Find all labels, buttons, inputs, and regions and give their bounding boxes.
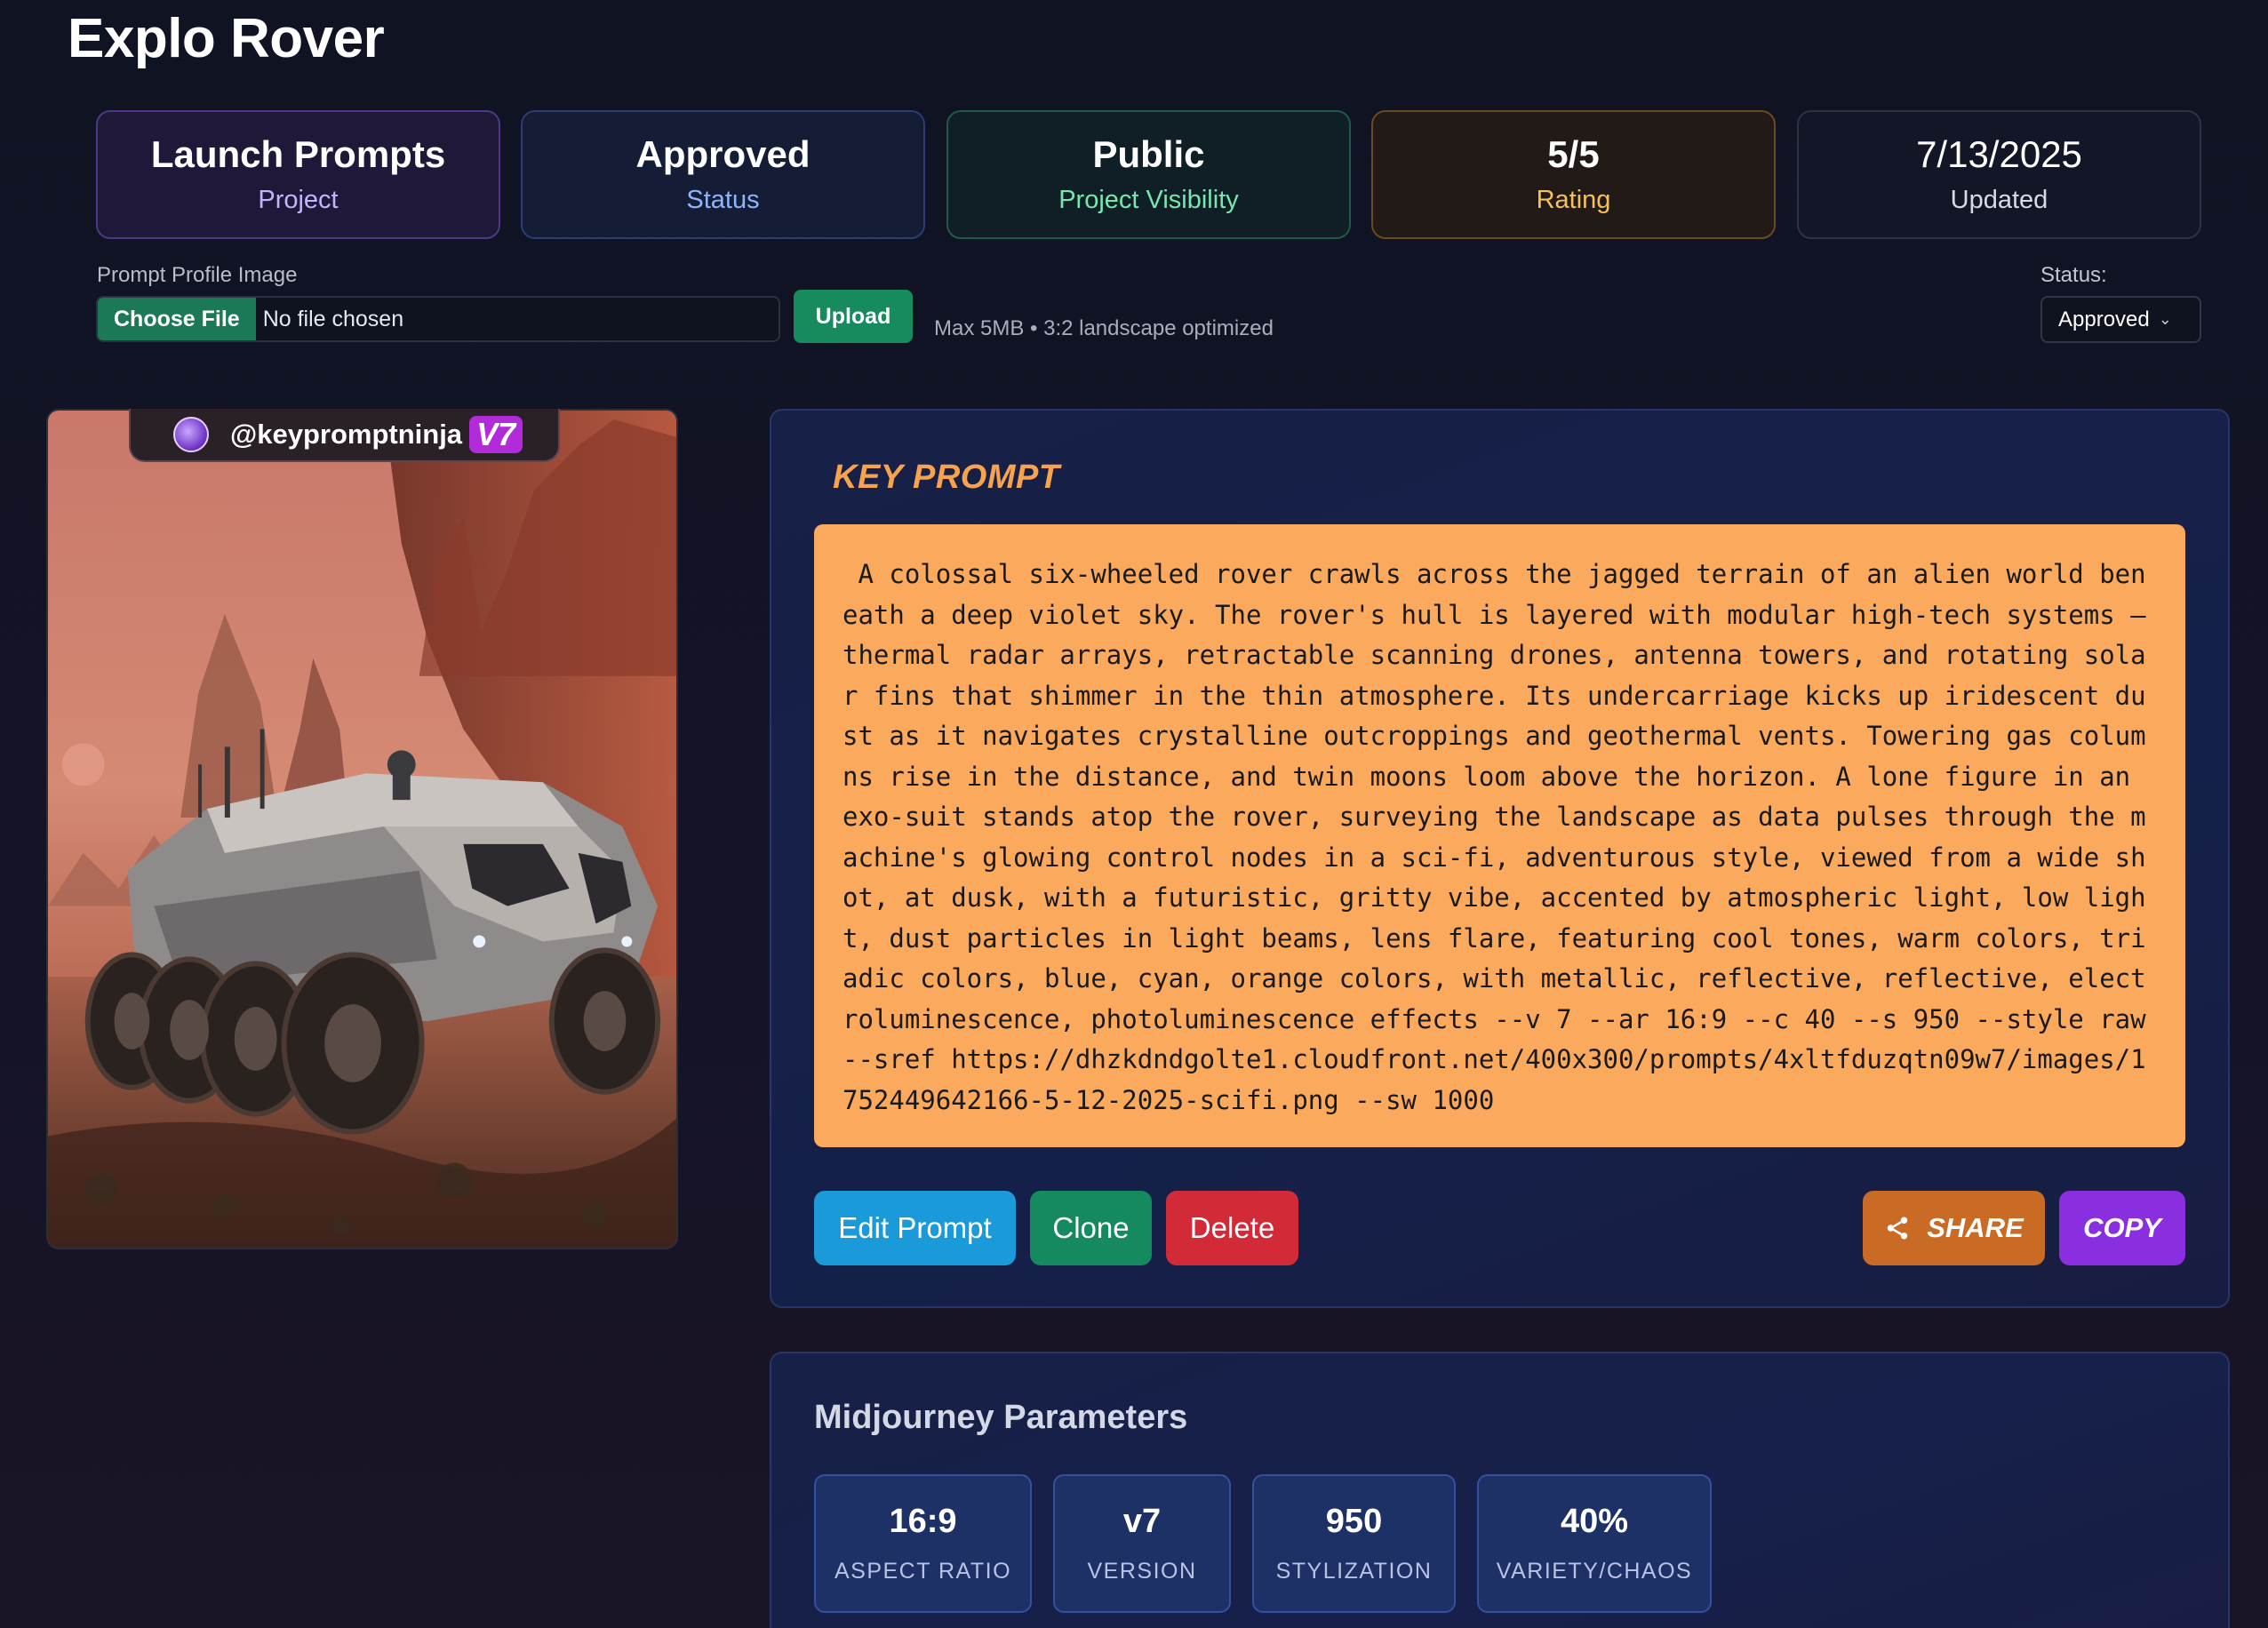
- status-label: Status:: [2040, 263, 2107, 287]
- stat-value: 7/13/2025: [1916, 132, 2082, 175]
- file-status-text: No file chosen: [262, 306, 404, 331]
- stat-value: Public: [1092, 132, 1205, 175]
- param-label: VERSION: [1087, 1559, 1197, 1584]
- stat-card-updated: 7/13/2025 Updated: [1797, 110, 2201, 239]
- stat-card-visibility: Public Project Visibility: [946, 110, 1351, 239]
- share-label: SHARE: [1927, 1212, 2024, 1243]
- choose-file-button[interactable]: Choose File: [98, 298, 256, 340]
- chevron-down-icon: ⌄: [2158, 310, 2172, 328]
- param-card-chaos: 40% VARIETY/CHAOS: [1477, 1474, 1712, 1613]
- share-button[interactable]: SHARE: [1863, 1191, 2045, 1265]
- prompt-text-box: A colossal six-wheeled rover crawls acro…: [814, 524, 2185, 1147]
- param-card-stylization: 950 STYLIZATION: [1252, 1474, 1456, 1613]
- param-value: v7: [1122, 1503, 1162, 1540]
- page-title: Explo Rover: [68, 8, 385, 69]
- file-input[interactable]: Choose File No file chosen: [96, 296, 780, 342]
- param-label: VARIETY/CHAOS: [1496, 1559, 1693, 1584]
- delete-button[interactable]: Delete: [1166, 1191, 1298, 1265]
- param-label: ASPECT RATIO: [834, 1559, 1012, 1584]
- status-select-value: Approved: [2058, 307, 2150, 331]
- stat-label: Project Visibility: [1058, 186, 1239, 215]
- avatar: [173, 417, 209, 452]
- author-name: @keypromptninja: [230, 419, 463, 450]
- stat-card-status: Approved Status: [521, 110, 925, 239]
- stat-card-rating: 5/5 Rating: [1371, 110, 1776, 239]
- upload-button[interactable]: Upload: [794, 290, 913, 343]
- share-icon: [1887, 1217, 1908, 1240]
- stat-value: Approved: [635, 132, 811, 175]
- prompt-text: A colossal six-wheeled rover crawls acro…: [843, 559, 2177, 1115]
- stat-card-project: Launch Prompts Project: [96, 110, 500, 239]
- parameters-title: Midjourney Parameters: [814, 1399, 1188, 1436]
- param-card-aspect-ratio: 16:9 ASPECT RATIO: [814, 1474, 1032, 1613]
- stat-label: Updated: [1950, 186, 2048, 215]
- stat-value: Launch Prompts: [150, 132, 446, 175]
- clone-button[interactable]: Clone: [1030, 1191, 1152, 1265]
- stat-label: Status: [686, 186, 760, 215]
- copy-button[interactable]: COPY: [2059, 1191, 2185, 1265]
- rover-scene-image: [48, 411, 676, 1248]
- param-value: 40%: [1560, 1503, 1629, 1540]
- version-badge: V7: [469, 416, 523, 453]
- author-tag: @keypromptninja V7: [129, 409, 560, 462]
- edit-prompt-button[interactable]: Edit Prompt: [814, 1191, 1016, 1265]
- stat-value: 5/5: [1547, 132, 1600, 175]
- param-label: STYLIZATION: [1275, 1559, 1433, 1584]
- param-value: 16:9: [889, 1503, 957, 1540]
- param-value: 950: [1325, 1503, 1383, 1540]
- param-card-version: v7 VERSION: [1053, 1474, 1231, 1613]
- upload-hint: Max 5MB • 3:2 landscape optimized: [934, 316, 1274, 340]
- prompt-image: [46, 409, 678, 1249]
- status-select[interactable]: Approved ⌄: [2040, 296, 2201, 343]
- upload-label: Prompt Profile Image: [97, 263, 298, 287]
- stat-label: Project: [258, 186, 339, 215]
- key-prompt-heading: KEY PROMPT: [833, 459, 1060, 496]
- stat-label: Rating: [1536, 186, 1611, 215]
